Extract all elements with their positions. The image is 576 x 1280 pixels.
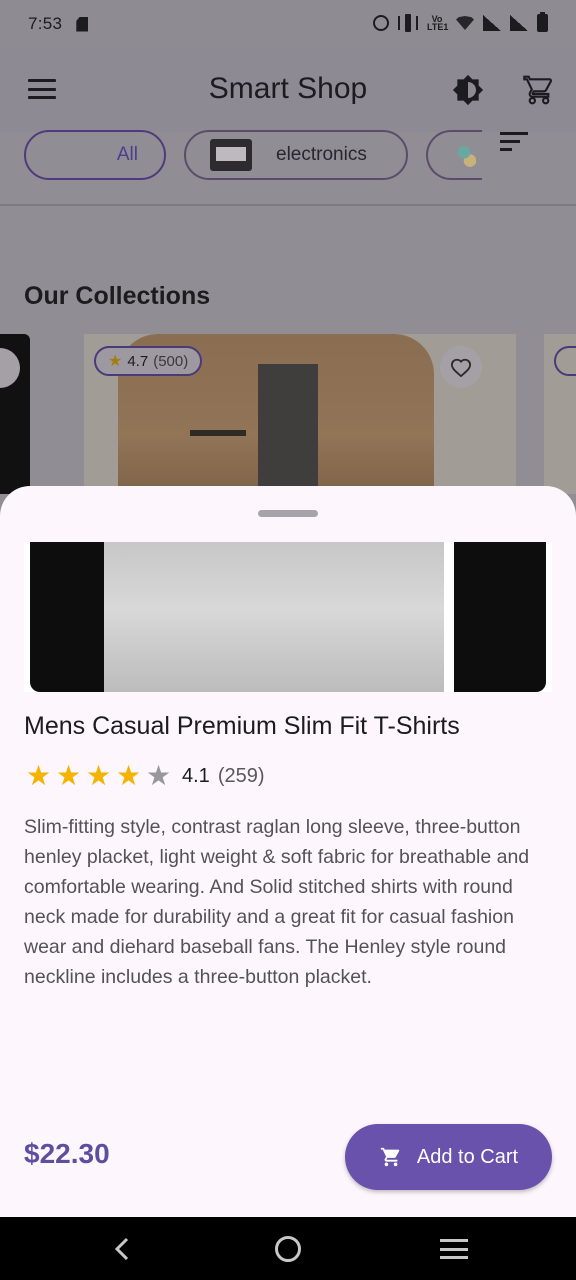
- app-title: Smart Shop: [208, 72, 368, 105]
- rating-value: 4.1: [182, 764, 210, 787]
- home-icon[interactable]: [275, 1236, 301, 1262]
- star-empty-icon: ★: [146, 760, 172, 791]
- category-chip-electronics-label: electronics: [276, 144, 367, 165]
- add-to-cart-label: Add to Cart: [416, 1145, 519, 1168]
- electronics-thumbnail: [210, 139, 252, 171]
- star-icon: ★: [26, 760, 52, 791]
- status-bar: 7:53 Vo LTE1: [0, 0, 576, 48]
- system-nav-bar: [0, 1217, 576, 1280]
- alarm-icon: [373, 15, 389, 31]
- shirt-body: [104, 542, 444, 692]
- category-chip-all[interactable]: All: [24, 130, 166, 180]
- cart-icon: [380, 1147, 400, 1167]
- rating-row: ★ ★ ★ ★ ★ 4.1 (259): [26, 762, 265, 790]
- rating-badge: ★ 4.7 (500): [94, 346, 203, 376]
- product-image: [24, 542, 552, 692]
- back-icon[interactable]: [112, 1237, 132, 1261]
- star-icon: ★: [86, 760, 112, 791]
- sd-card-icon: [76, 16, 89, 32]
- category-chip-all-label: All: [116, 144, 138, 165]
- collections-title: Our Collections: [24, 282, 211, 310]
- status-time: 7:53: [28, 14, 63, 33]
- status-icons: Vo LTE1: [373, 12, 548, 32]
- star-icon: ★: [116, 760, 142, 791]
- product-title: Mens Casual Premium Slim Fit T-Shirts: [24, 712, 460, 740]
- brightness-icon[interactable]: [452, 74, 484, 106]
- rating-badge-count: (500): [153, 352, 189, 370]
- star-icon: ★: [56, 760, 82, 791]
- product-detail-sheet: Mens Casual Premium Slim Fit T-Shirts ★ …: [0, 486, 576, 1217]
- app-bar: Smart Shop: [0, 48, 576, 132]
- divider: [0, 204, 576, 206]
- product-price: $22.30: [24, 1138, 110, 1169]
- rating-badge-value: 4.7: [127, 352, 149, 370]
- recents-icon[interactable]: [440, 1239, 468, 1259]
- volte-icon: Vo LTE1: [427, 14, 449, 32]
- add-to-cart-button[interactable]: Add to Cart: [345, 1124, 552, 1190]
- jewelery-thumbnail: [456, 141, 476, 169]
- rating-count: (259): [217, 764, 265, 787]
- category-chip-jewelery[interactable]: [426, 130, 482, 180]
- product-description: Slim-fitting style, contrast raglan long…: [24, 816, 530, 988]
- wifi-icon: [456, 16, 474, 30]
- battery-icon: [537, 12, 548, 32]
- rating-badge-next: [554, 346, 576, 376]
- category-chip-electronics[interactable]: electronics: [184, 130, 408, 180]
- heart-icon: [450, 358, 472, 377]
- star-icon: ★: [108, 353, 123, 370]
- sort-icon[interactable]: [500, 132, 530, 152]
- favorite-button[interactable]: [440, 346, 482, 388]
- signal-icon: [483, 15, 501, 31]
- vibrate-icon: [398, 14, 418, 32]
- shirt-sleeve-right: [454, 542, 546, 692]
- cart-icon[interactable]: [522, 74, 556, 106]
- signal-icon-2: [510, 15, 528, 31]
- drag-handle[interactable]: [258, 510, 318, 517]
